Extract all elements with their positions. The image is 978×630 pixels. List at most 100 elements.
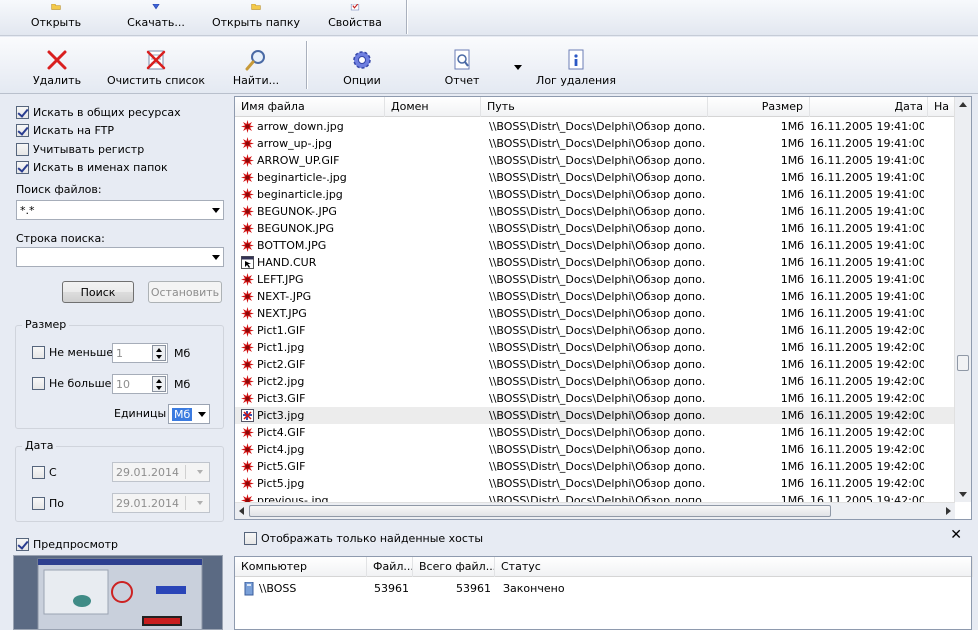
checkbox-box[interactable] [32, 346, 45, 359]
column-header-path[interactable]: Путь [481, 97, 708, 117]
scroll-right-arrow-icon[interactable] [946, 507, 951, 515]
checkbox-box[interactable] [16, 106, 29, 119]
date-from-checkbox[interactable]: С [32, 466, 57, 479]
min-size-checkbox[interactable]: Не меньше [32, 346, 113, 359]
file-date: 16.11.2005 19:41:00 [810, 273, 924, 286]
scroll-thumb[interactable] [249, 505, 831, 517]
preview-checkbox[interactable]: Предпросмотр [16, 538, 118, 551]
show-found-hosts-checkbox[interactable]: Отображать только найденные хосты [244, 532, 483, 545]
file-row[interactable]: Pict5.jpg \\BOSS\Distr\_Docs\Delphi\Обзор… [235, 475, 955, 492]
report-button[interactable]: Отчет [438, 37, 486, 93]
file-size: 1Мб [780, 409, 804, 422]
checkbox-box[interactable] [16, 143, 29, 156]
file-row[interactable]: Pict3.GIF \\BOSS\Distr\_Docs\Delphi\Обзор… [235, 390, 955, 407]
file-size: 1Мб [780, 239, 804, 252]
file-search-combo[interactable]: *.* [16, 200, 224, 220]
search-ftp-checkbox[interactable]: Искать на FTP [16, 124, 114, 137]
checkbox-box[interactable] [32, 466, 45, 479]
close-icon[interactable]: ✕ [950, 527, 962, 543]
date-to-checkbox[interactable]: По [32, 497, 64, 510]
delete-log-button[interactable]: Лог удаления [536, 37, 616, 93]
open-button[interactable]: Открыть [26, 0, 86, 35]
file-row[interactable]: BEGUNOK.JPG \\BOSS\Distr\_Docs\Delphi\Обз… [235, 220, 955, 237]
checkbox-box[interactable] [16, 124, 29, 137]
scroll-down-arrow-icon[interactable] [959, 492, 967, 497]
download-button[interactable]: Скачать... [124, 0, 188, 35]
file-row[interactable]: arrow_up-.jpg \\BOSS\Distr\_Docs\Delphi\О… [235, 135, 955, 152]
file-size: 1Мб [780, 171, 804, 184]
file-row[interactable]: Pict4.GIF \\BOSS\Distr\_Docs\Delphi\Обзор… [235, 424, 955, 441]
column-header-total-files[interactable]: Всего файл... [413, 557, 495, 577]
column-header-size[interactable]: Размер [708, 97, 810, 117]
horizontal-scrollbar[interactable] [235, 502, 955, 519]
file-row[interactable]: Pict1.GIF \\BOSS\Distr\_Docs\Delphi\Обзор… [235, 322, 955, 339]
file-size: 1Мб [780, 137, 804, 150]
hosts-table-row[interactable]: \\BOSS 53961 53961 Закончено [235, 580, 971, 597]
calendar-dropdown-icon[interactable] [185, 496, 207, 510]
scroll-thumb[interactable] [957, 355, 969, 371]
checkbox-box[interactable] [244, 532, 257, 545]
dropdown-arrow-icon[interactable] [198, 412, 206, 417]
file-row[interactable]: Pict2.jpg \\BOSS\Distr\_Docs\Delphi\Обзор… [235, 373, 955, 390]
file-row[interactable]: beginarticle-.jpg \\BOSS\Distr\_Docs\Delp… [235, 169, 955, 186]
file-row[interactable]: ARROW_UP.GIF \\BOSS\Distr\_Docs\Delphi\Об… [235, 152, 955, 169]
file-row[interactable]: BOTTOM.JPG \\BOSS\Distr\_Docs\Delphi\Обзо… [235, 237, 955, 254]
report-dropdown-arrow-icon[interactable] [514, 65, 522, 70]
column-header-domain[interactable]: Домен [385, 97, 481, 117]
file-row[interactable]: Pict4.jpg \\BOSS\Distr\_Docs\Delphi\Обзор… [235, 441, 955, 458]
file-row[interactable]: NEXT.JPG \\BOSS\Distr\_Docs\Delphi\Обзор … [235, 305, 955, 322]
delete-button[interactable]: Удалить [24, 37, 90, 93]
vertical-scrollbar[interactable] [954, 97, 971, 502]
checkbox-box[interactable] [32, 497, 45, 510]
file-row[interactable]: BEGUNOK-.JPG \\BOSS\Distr\_Docs\Delphi\Об… [235, 203, 955, 220]
column-header-status[interactable]: Статус [495, 557, 973, 577]
case-sensitive-checkbox[interactable]: Учитывать регистр [16, 143, 144, 156]
column-header-files[interactable]: Файл... [367, 557, 413, 577]
date-to-picker[interactable]: 29.01.2014 [112, 493, 210, 513]
date-from-picker[interactable]: 29.01.2014 [112, 462, 210, 482]
file-domain [391, 254, 481, 271]
dropdown-arrow-icon[interactable] [212, 208, 220, 213]
hosts-table[interactable]: Компьютер Файл... Всего файл... Статус \… [234, 556, 973, 630]
search-folder-names-checkbox[interactable]: Искать в именах папок [16, 161, 168, 174]
column-header-name[interactable]: Имя файла [235, 97, 385, 117]
file-row[interactable]: HAND.CUR \\BOSS\Distr\_Docs\Delphi\Обзор … [235, 254, 955, 271]
stop-button[interactable]: Остановить [148, 281, 222, 303]
spinner-arrows-icon[interactable] [152, 376, 166, 392]
file-domain [391, 305, 481, 322]
spinner-arrows-icon[interactable] [152, 345, 166, 361]
file-row[interactable]: LEFT.JPG \\BOSS\Distr\_Docs\Delphi\Обзор … [235, 271, 955, 288]
file-domain [391, 237, 481, 254]
search-shared-checkbox[interactable]: Искать в общих ресурсах [16, 106, 181, 119]
file-list[interactable]: Имя файла Домен Путь Размер Дата На arro… [234, 96, 972, 520]
checkbox-box[interactable] [16, 161, 29, 174]
scroll-left-arrow-icon[interactable] [239, 507, 244, 515]
file-row[interactable]: Pict1.jpg \\BOSS\Distr\_Docs\Delphi\Обзор… [235, 339, 955, 356]
units-combo[interactable]: Мб [168, 404, 210, 424]
search-button[interactable]: Поиск [62, 281, 134, 303]
column-header-date[interactable]: Дата [810, 97, 928, 117]
column-header-computer[interactable]: Компьютер [235, 557, 367, 577]
checkbox-box[interactable] [32, 377, 45, 390]
file-row[interactable]: Pict3.jpg \\BOSS\Distr\_Docs\Delphi\Обзор… [235, 407, 955, 424]
min-size-spinner[interactable]: 1 [112, 343, 168, 363]
open-folder-button[interactable]: Открыть папку [212, 0, 300, 35]
file-row[interactable]: beginarticle.jpg \\BOSS\Distr\_Docs\Delph… [235, 186, 955, 203]
hosts-filter-bar: Отображать только найденные хосты ✕ [234, 524, 972, 554]
file-row[interactable]: Pict5.GIF \\BOSS\Distr\_Docs\Delphi\Обзор… [235, 458, 955, 475]
find-button[interactable]: Найти... [226, 37, 286, 93]
max-size-spinner[interactable]: 10 [112, 374, 168, 394]
options-button[interactable]: Опции [336, 37, 388, 93]
scroll-up-arrow-icon[interactable] [959, 102, 967, 107]
file-row[interactable]: NEXT-.JPG \\BOSS\Distr\_Docs\Delphi\Обзор… [235, 288, 955, 305]
file-row[interactable]: Pict2.GIF \\BOSS\Distr\_Docs\Delphi\Обзор… [235, 356, 955, 373]
properties-button[interactable]: Свойства [324, 0, 386, 35]
search-string-combo[interactable] [16, 247, 224, 267]
dropdown-arrow-icon[interactable] [212, 255, 220, 260]
clear-list-button[interactable]: Очистить список [106, 37, 206, 93]
max-size-checkbox[interactable]: Не больше [32, 377, 111, 390]
calendar-dropdown-icon[interactable] [185, 465, 207, 479]
file-row[interactable]: arrow_down.jpg \\BOSS\Distr\_Docs\Delphi\… [235, 118, 955, 135]
file-date: 16.11.2005 19:42:00 [810, 409, 924, 422]
checkbox-box[interactable] [16, 538, 29, 551]
